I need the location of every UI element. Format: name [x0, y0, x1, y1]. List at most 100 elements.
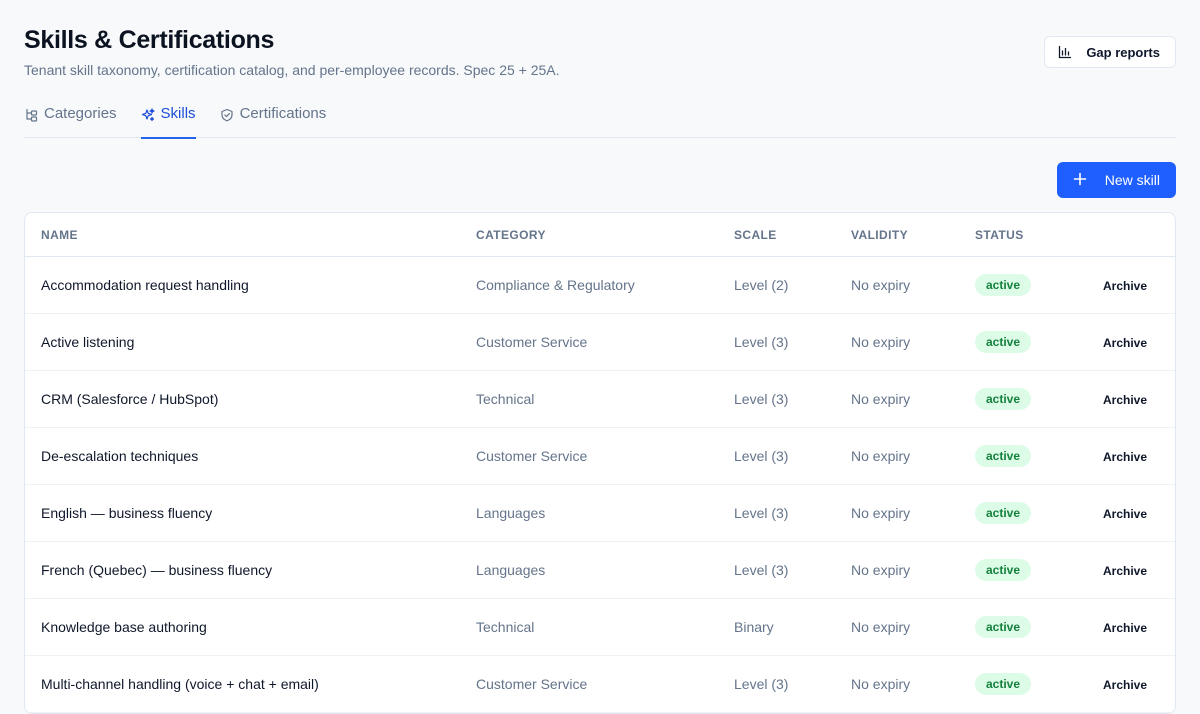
archive-button[interactable]: Archive — [1103, 678, 1147, 692]
skill-scale: Level (3) — [734, 448, 789, 464]
bar-chart-icon — [1058, 45, 1072, 59]
skill-category: Technical — [476, 619, 535, 635]
status-cell: active — [975, 502, 1103, 524]
status-cell: active — [975, 274, 1103, 296]
table-row[interactable]: Knowledge base authoring Technical Binary N… — [25, 599, 1175, 656]
archive-button[interactable]: Archive — [1103, 450, 1147, 464]
table-row[interactable]: De-escalation techniques Customer Service… — [25, 428, 1175, 485]
page-header: Skills & Certifications Tenant skill tax… — [24, 0, 1176, 100]
skill-name: Accommodation request handling — [41, 277, 249, 293]
skill-name: English — business fluency — [41, 505, 213, 521]
skill-validity: No expiry — [851, 676, 911, 692]
skill-category: Customer Service — [476, 448, 588, 464]
toolbar: New skill — [24, 138, 1176, 198]
tab-certifications[interactable]: Certifications — [220, 100, 327, 138]
skill-scale: Level (2) — [734, 277, 789, 293]
skill-scale: Level (3) — [734, 676, 789, 692]
column-header-name[interactable]: NAME — [25, 228, 476, 242]
column-header-validity[interactable]: VALIDITY — [851, 228, 975, 242]
shield-check-icon — [220, 105, 234, 126]
tab-skills-label: Skills — [160, 105, 196, 122]
skill-validity: No expiry — [851, 277, 911, 293]
skill-name: CRM (Salesforce / HubSpot) — [41, 391, 219, 407]
status-badge: active — [975, 502, 1032, 524]
status-cell: active — [975, 616, 1103, 638]
tab-categories-label: Categories — [44, 105, 117, 122]
skill-validity: No expiry — [851, 619, 911, 635]
skill-scale: Level (3) — [734, 505, 789, 521]
page-subtitle: Tenant skill taxonomy, certification cat… — [24, 62, 560, 78]
status-cell: active — [975, 559, 1103, 581]
tab-certifications-label: Certifications — [239, 105, 327, 122]
tab-bar: Categories Skills Certifications — [24, 100, 1176, 139]
skill-name: Knowledge base authoring — [41, 619, 207, 635]
skill-validity: No expiry — [851, 391, 911, 407]
status-cell: active — [975, 673, 1103, 695]
skill-name: Multi-channel handling (voice + chat + e… — [41, 676, 319, 692]
actions-cell: Archive — [1103, 277, 1175, 293]
table-row[interactable]: CRM (Salesforce / HubSpot) Technical Level… — [25, 371, 1175, 428]
sparkles-icon — [141, 105, 155, 126]
status-badge: active — [975, 445, 1032, 467]
actions-cell: Archive — [1103, 334, 1175, 350]
actions-cell: Archive — [1103, 676, 1175, 692]
table-row[interactable]: Accommodation request handling Compliance… — [25, 257, 1175, 314]
table-body: Accommodation request handling Compliance… — [25, 257, 1175, 713]
skill-validity: No expiry — [851, 334, 911, 350]
status-cell: active — [975, 331, 1103, 353]
table-row[interactable]: Active listening Customer Service Level (3… — [25, 314, 1175, 371]
new-skill-label: New skill — [1104, 172, 1160, 188]
actions-cell: Archive — [1103, 505, 1175, 521]
status-badge: active — [975, 559, 1032, 581]
skill-name: Active listening — [41, 334, 135, 350]
actions-cell: Archive — [1103, 448, 1175, 464]
skill-category: Languages — [476, 562, 546, 578]
archive-button[interactable]: Archive — [1103, 393, 1147, 407]
skill-category: Technical — [476, 391, 535, 407]
status-badge: active — [975, 616, 1032, 638]
skill-validity: No expiry — [851, 505, 911, 521]
skills-table: NAME CATEGORY SCALE VALIDITY STATUS Acco… — [24, 212, 1176, 714]
actions-cell: Archive — [1103, 619, 1175, 635]
skill-category: Customer Service — [476, 676, 588, 692]
table-row[interactable]: Multi-channel handling (voice + chat + e… — [25, 656, 1175, 713]
tree-icon — [24, 105, 38, 126]
archive-button[interactable]: Archive — [1103, 564, 1147, 578]
gap-reports-button[interactable]: Gap reports — [1044, 36, 1176, 68]
skill-name: De-escalation techniques — [41, 448, 199, 464]
skill-scale: Binary — [734, 619, 774, 635]
archive-button[interactable]: Archive — [1103, 336, 1147, 350]
page-title: Skills & Certifications — [24, 26, 275, 54]
table-row[interactable]: French (Quebec) — business fluency Langua… — [25, 542, 1175, 599]
status-badge: active — [975, 331, 1032, 353]
gap-reports-label: Gap reports — [1086, 44, 1160, 60]
new-skill-button[interactable]: New skill — [1056, 162, 1176, 198]
skill-category: Customer Service — [476, 334, 588, 350]
skill-validity: No expiry — [851, 562, 911, 578]
table-header: NAME CATEGORY SCALE VALIDITY STATUS — [25, 213, 1175, 257]
status-badge: active — [975, 388, 1032, 410]
status-badge: active — [975, 274, 1032, 296]
archive-button[interactable]: Archive — [1103, 621, 1147, 635]
skill-name: French (Quebec) — business fluency — [41, 562, 273, 578]
tab-skills[interactable]: Skills — [140, 100, 196, 139]
column-header-category[interactable]: CATEGORY — [476, 228, 734, 242]
actions-cell: Archive — [1103, 391, 1175, 407]
skill-scale: Level (3) — [734, 334, 789, 350]
status-cell: active — [975, 445, 1103, 467]
column-header-scale[interactable]: SCALE — [734, 228, 851, 242]
tab-categories[interactable]: Categories — [24, 100, 117, 138]
status-cell: active — [975, 388, 1103, 410]
skill-scale: Level (3) — [734, 391, 789, 407]
table-row[interactable]: English — business fluency Languages Level… — [25, 485, 1175, 542]
skill-category: Compliance & Regulatory — [476, 277, 635, 293]
plus-icon — [1073, 172, 1087, 189]
status-badge: active — [975, 673, 1032, 695]
skill-category: Languages — [476, 505, 546, 521]
column-header-status[interactable]: STATUS — [975, 228, 1103, 242]
actions-cell: Archive — [1103, 562, 1175, 578]
archive-button[interactable]: Archive — [1103, 507, 1147, 521]
skill-validity: No expiry — [851, 448, 911, 464]
skill-scale: Level (3) — [734, 562, 789, 578]
archive-button[interactable]: Archive — [1103, 279, 1147, 293]
